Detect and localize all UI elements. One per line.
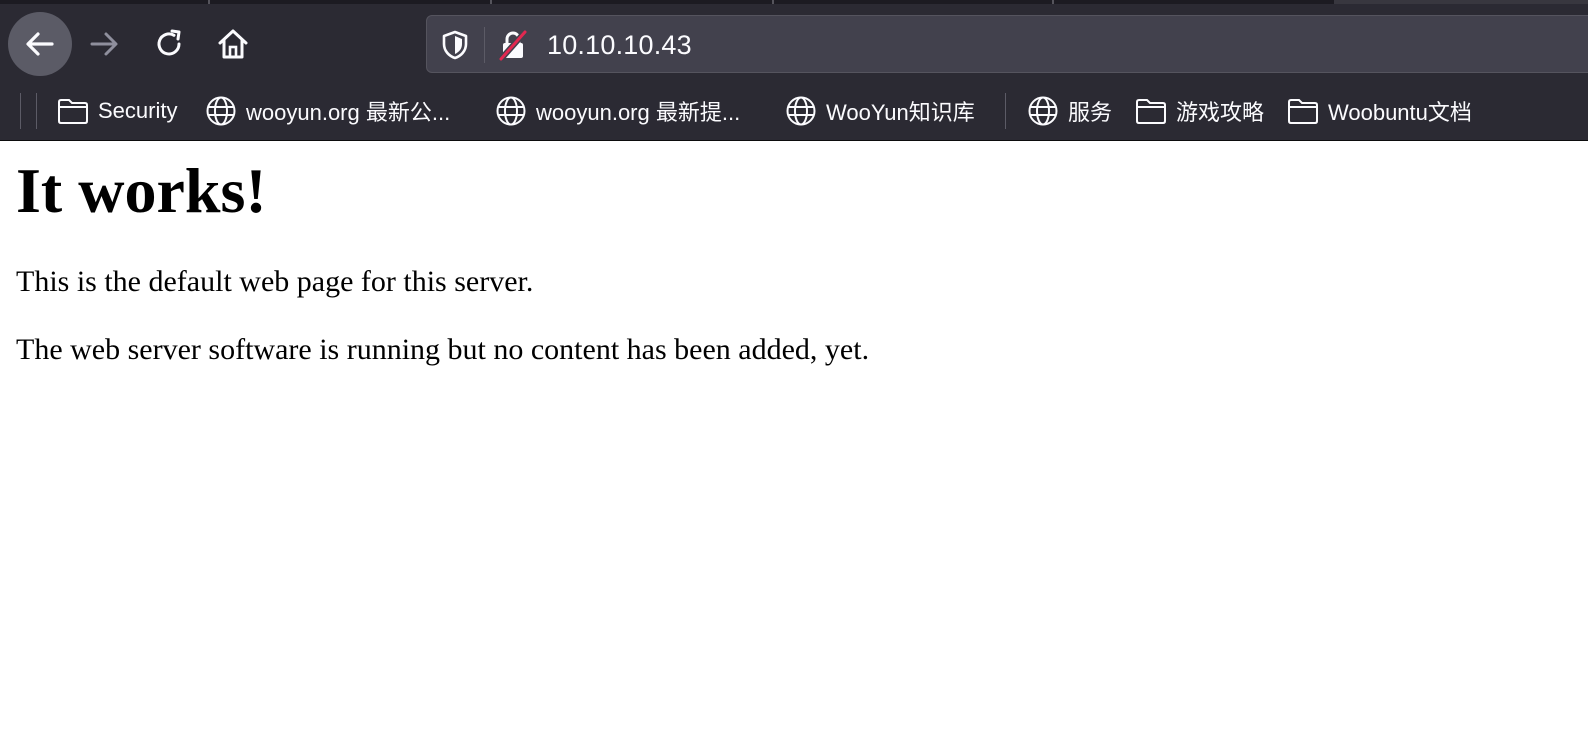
url-text[interactable]: 10.10.10.43 — [547, 30, 692, 61]
tab[interactable] — [492, 0, 774, 4]
shield-icon[interactable] — [441, 30, 469, 60]
bookmark-label: wooyun.org 最新公... — [246, 100, 451, 125]
bookmark-separator — [20, 93, 21, 129]
bookmark-folder-woobuntu[interactable]: Woobuntu文档 — [1286, 91, 1472, 131]
home-icon — [218, 29, 248, 59]
arrow-right-icon — [90, 32, 118, 56]
forward-button[interactable] — [82, 22, 126, 66]
url-separator — [484, 27, 485, 63]
bookmark-label: WooYun知识库 — [826, 100, 975, 125]
globe-icon — [784, 94, 818, 128]
bookmark-label: Security — [98, 98, 178, 123]
page-heading: It works! — [16, 155, 267, 226]
bookmark-label: 游戏攻略 — [1176, 100, 1265, 125]
reload-button[interactable] — [147, 22, 191, 66]
arrow-left-icon — [26, 32, 54, 56]
tab[interactable] — [210, 0, 492, 4]
browser-chrome: 10.10.10.43 Security wooyun.org 最新公... w… — [0, 0, 1588, 141]
bookmarks-toolbar: Security wooyun.org 最新公... wooyun.org 最新… — [0, 88, 1588, 134]
globe-icon — [204, 94, 238, 128]
page-content: It works! This is the default web page f… — [16, 141, 1576, 368]
folder-icon — [1134, 94, 1168, 128]
no-content-text: The web server software is running but n… — [16, 333, 870, 366]
bookmark-folder-security[interactable]: Security — [56, 91, 177, 131]
back-button[interactable] — [8, 12, 72, 76]
bookmark-folder-youxigonglue[interactable]: 游戏攻略 — [1134, 91, 1264, 131]
bookmark-fuwu[interactable]: 服务 — [1026, 91, 1112, 131]
tab[interactable] — [774, 0, 1054, 4]
bookmark-wooyun-zhishiku[interactable]: WooYun知识库 — [784, 91, 975, 131]
default-page-text: This is the default web page for this se… — [16, 265, 534, 298]
bookmark-label: wooyun.org 最新提... — [536, 100, 741, 125]
globe-icon — [494, 94, 528, 128]
bookmark-separator — [36, 93, 37, 129]
bookmark-label: Woobuntu文档 — [1328, 100, 1472, 125]
folder-icon — [1286, 94, 1320, 128]
bookmark-wooyun-tijiao[interactable]: wooyun.org 最新提... — [494, 91, 740, 131]
tab[interactable] — [0, 0, 210, 4]
home-button[interactable] — [211, 22, 255, 66]
tab-strip — [0, 0, 1588, 4]
reload-icon — [157, 29, 181, 56]
tab[interactable] — [1054, 0, 1334, 4]
bookmark-wooyun-gonggao[interactable]: wooyun.org 最新公... — [204, 91, 450, 131]
folder-icon — [56, 94, 90, 128]
globe-icon — [1026, 94, 1060, 128]
address-bar[interactable]: 10.10.10.43 — [426, 15, 1588, 73]
bookmark-label: 服务 — [1068, 100, 1113, 125]
insecure-lock-icon[interactable] — [498, 29, 528, 61]
bookmark-separator — [1005, 93, 1006, 129]
